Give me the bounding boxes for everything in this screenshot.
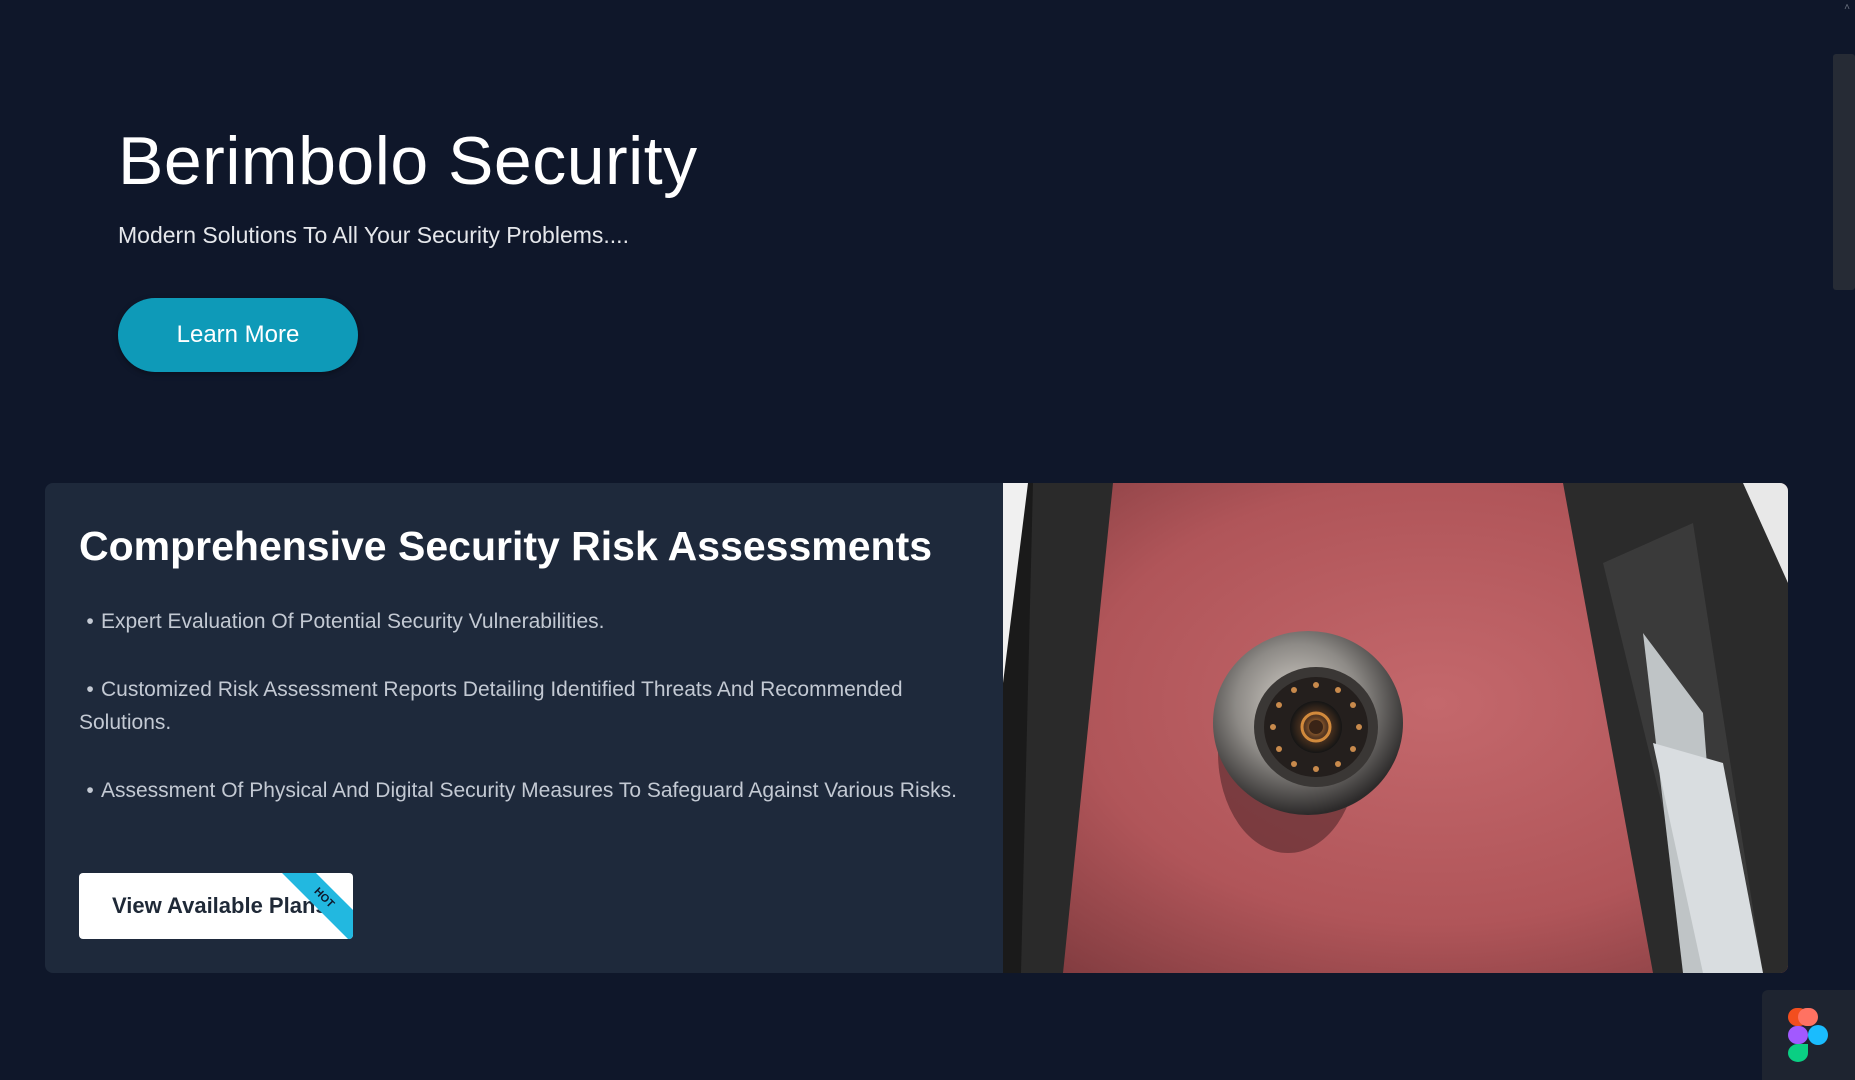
feature-card-content: Comprehensive Security Risk Assessments … xyxy=(45,483,1003,973)
feature-title: Comprehensive Security Risk Assessments xyxy=(79,523,933,569)
view-plans-label: View Available Plans xyxy=(112,893,328,918)
view-plans-button[interactable]: View Available Plans HOT xyxy=(79,873,353,939)
hero-subtitle: Modern Solutions To All Your Security Pr… xyxy=(118,222,629,248)
list-item-text: Customized Risk Assessment Reports Detai… xyxy=(79,678,903,734)
bullet-icon: • xyxy=(86,678,94,701)
page: Berimbolo Security Modern Solutions To A… xyxy=(0,0,1855,1080)
list-item: • Assessment Of Physical And Digital Secu… xyxy=(79,774,979,807)
list-item: • Expert Evaluation Of Potential Security… xyxy=(79,605,979,638)
bullet-icon: • xyxy=(86,610,94,633)
security-camera-image xyxy=(1003,483,1788,973)
security-camera-photo xyxy=(1003,483,1788,973)
list-item: • Customized Risk Assessment Reports Deta… xyxy=(79,673,979,739)
page-title: Berimbolo Security xyxy=(118,123,698,199)
list-item-text: Assessment Of Physical And Digital Secur… xyxy=(101,779,957,802)
scrollbar-thumb[interactable] xyxy=(1833,54,1855,290)
feature-card: Comprehensive Security Risk Assessments … xyxy=(45,483,1788,973)
figma-badge[interactable] xyxy=(1762,990,1855,1080)
bullet-icon: • xyxy=(86,779,94,802)
figma-logo-icon xyxy=(1788,1008,1828,1062)
scroll-up-arrow-icon[interactable]: ˄ xyxy=(1841,2,1853,14)
learn-more-button[interactable]: Learn More xyxy=(118,298,358,372)
feature-list: • Expert Evaluation Of Potential Security… xyxy=(79,605,979,842)
list-item-text: Expert Evaluation Of Potential Security … xyxy=(101,610,605,633)
